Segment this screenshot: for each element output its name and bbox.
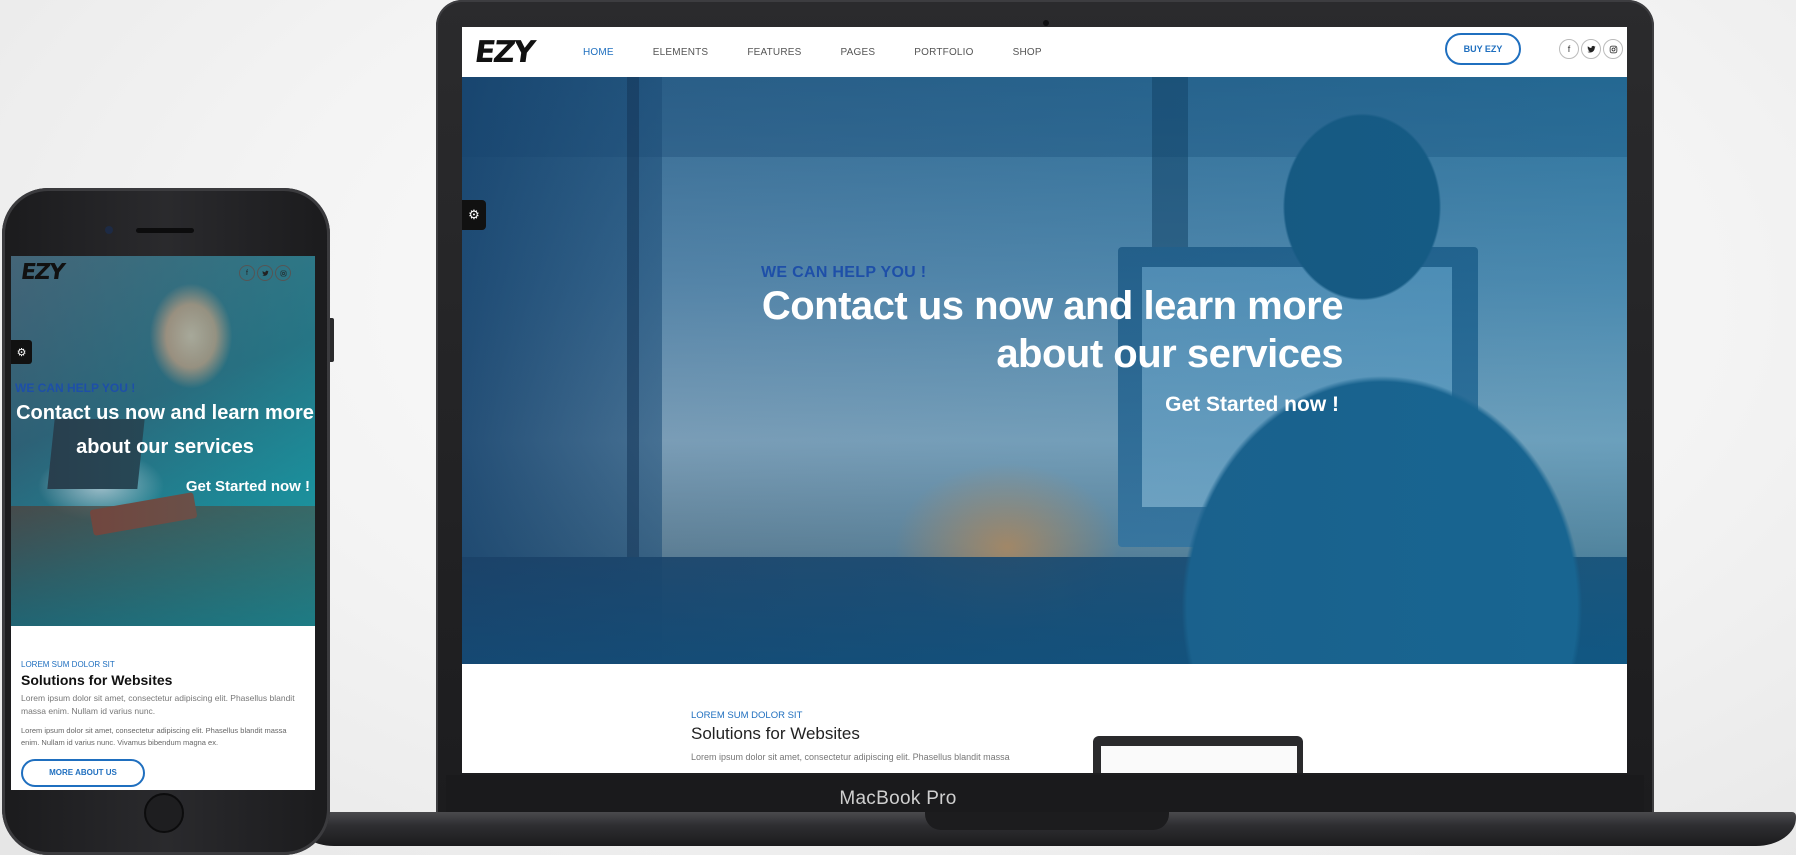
laptop-screen: EZY HOME ELEMENTS FEATURES PAGES PORTFOL… bbox=[462, 27, 1627, 773]
facebook-icon[interactable]: f bbox=[239, 265, 255, 281]
instagram-icon[interactable] bbox=[275, 265, 291, 281]
nav-pages[interactable]: PAGES bbox=[841, 47, 876, 58]
content-section: LOREM SUM DOLOR SIT Solutions for Websit… bbox=[462, 664, 1627, 773]
nav-shop[interactable]: SHOP bbox=[1013, 47, 1042, 58]
phone-side-button bbox=[330, 318, 334, 362]
phone-site-logo[interactable]: EZY bbox=[19, 260, 65, 285]
nav-features[interactable]: FEATURES bbox=[747, 47, 801, 58]
phone-section-text: Lorem ipsum dolor sit amet, consectetur … bbox=[21, 693, 295, 716]
hero-title-line: about our services bbox=[996, 332, 1343, 376]
settings-gear-icon[interactable]: ⚙ bbox=[462, 200, 486, 230]
phone-hero-title: Contact us now and learn more about our … bbox=[16, 402, 314, 458]
phone-settings-gear-icon[interactable]: ⚙ bbox=[11, 340, 32, 364]
hero-section: WE CAN HELP YOU ! Contact us now and lea… bbox=[462, 77, 1627, 664]
laptop-camera bbox=[1043, 20, 1049, 26]
phone-social-links: f bbox=[239, 265, 291, 281]
nav-elements[interactable]: ELEMENTS bbox=[653, 47, 709, 58]
phone-hero-kicker: WE CAN HELP YOU ! bbox=[15, 381, 136, 395]
phone-section-text: Lorem ipsum dolor sit amet, consectetur … bbox=[21, 726, 287, 747]
phone-section-title: Solutions for Websites bbox=[21, 672, 173, 688]
phone-content-section: LOREM SUM DOLOR SIT Solutions for Websit… bbox=[11, 626, 315, 790]
nav-portfolio[interactable]: PORTFOLIO bbox=[914, 47, 973, 58]
phone-home-button[interactable] bbox=[144, 793, 184, 833]
phone-screen: EZY f ⚙ WE CAN HELP YOU ! Contact us now… bbox=[11, 256, 315, 790]
social-links: f bbox=[1559, 39, 1623, 59]
phone-section-kicker: LOREM SUM DOLOR SIT bbox=[21, 660, 115, 669]
nav-home[interactable]: HOME bbox=[583, 47, 614, 58]
device-mockup-screen bbox=[1101, 746, 1297, 773]
site-header: EZY HOME ELEMENTS FEATURES PAGES PORTFOL… bbox=[462, 27, 1627, 77]
buy-ezy-button[interactable]: BUY EZY bbox=[1445, 33, 1521, 65]
section-title: Solutions for Websites bbox=[691, 724, 860, 743]
phone-get-started-link[interactable]: Get Started now ! bbox=[11, 478, 310, 495]
section-text: Lorem ipsum dolor sit amet, consectetur … bbox=[691, 752, 1010, 762]
facebook-icon[interactable]: f bbox=[1559, 39, 1579, 59]
twitter-icon[interactable] bbox=[1581, 39, 1601, 59]
phone-speaker bbox=[136, 228, 194, 233]
more-about-us-button[interactable]: MORE ABOUT US bbox=[21, 759, 145, 787]
hero-kicker: WE CAN HELP YOU ! bbox=[761, 264, 927, 281]
phone-hero-section: EZY f ⚙ WE CAN HELP YOU ! Contact us now… bbox=[11, 256, 315, 626]
laptop-notch bbox=[925, 812, 1169, 830]
hero-text: WE CAN HELP YOU ! Contact us now and lea… bbox=[462, 77, 1627, 664]
twitter-icon[interactable] bbox=[257, 265, 273, 281]
phone-camera bbox=[105, 226, 113, 234]
get-started-link[interactable]: Get Started now ! bbox=[1062, 393, 1339, 417]
site-logo[interactable]: EZY bbox=[473, 35, 536, 70]
hero-title: Contact us now and learn more about our … bbox=[712, 282, 1344, 378]
section-kicker: LOREM SUM DOLOR SIT bbox=[691, 710, 803, 721]
main-nav: HOME ELEMENTS FEATURES PAGES PORTFOLIO S… bbox=[583, 47, 1081, 58]
hero-title-line: Contact us now and learn more bbox=[761, 284, 1344, 328]
instagram-icon[interactable] bbox=[1603, 39, 1623, 59]
